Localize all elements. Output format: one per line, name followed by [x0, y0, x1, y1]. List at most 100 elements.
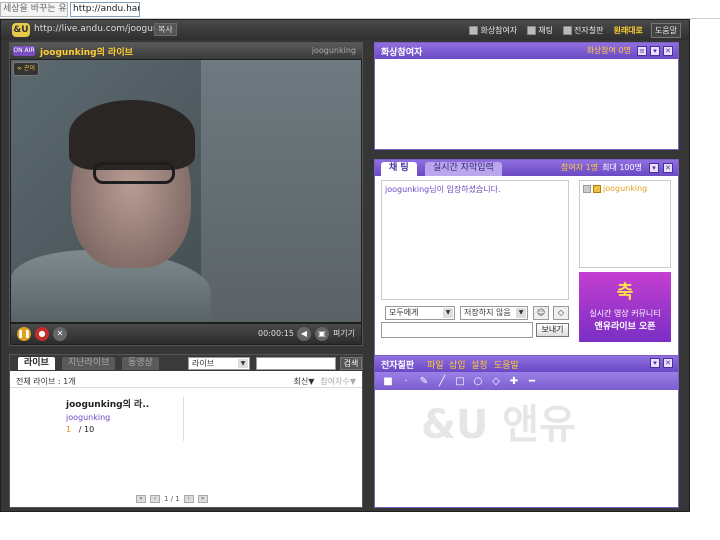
player-controls: ❚❚ ● ✕ 00:00:15 ◀ ▣ 펴기기 — [11, 324, 361, 344]
andu-logo: &U — [12, 23, 30, 37]
chat-user-list[interactable]: joogunking — [579, 180, 671, 268]
minimize-icon[interactable]: ▾ — [650, 358, 660, 368]
next-page-icon[interactable]: › — [183, 495, 194, 503]
chevron-down-icon: ▼ — [238, 359, 248, 368]
live-title: joogunking의 라이브 — [40, 48, 133, 58]
total-count: 전체 라이브 : 1개 — [16, 377, 76, 386]
live-item-viewers: 1 / 10 — [66, 425, 95, 434]
promo-big: 축 — [616, 282, 634, 303]
category-select[interactable]: 라이브 ▼ — [188, 357, 250, 370]
chat-icon — [527, 26, 537, 35]
pencil-icon[interactable]: ✎ — [419, 376, 429, 387]
board-menu-file[interactable]: 파일 — [427, 358, 444, 371]
save-select[interactable]: 저장하지 않음 ▼ — [460, 306, 528, 320]
board-title: 전자칠판 — [381, 361, 415, 371]
page-indicator: 1 / 1 — [164, 495, 180, 503]
menu-board[interactable]: 전자칠판 — [561, 23, 605, 38]
chevron-down-icon: ▼ — [516, 308, 526, 318]
list-tabs: 라이브 지난라이브 동영상 라이브 ▼ 검색 — [10, 355, 362, 371]
chat-log[interactable]: joogunking님이 입장하셨습니다. — [381, 180, 569, 300]
board-menu-insert[interactable]: 삽입 — [449, 358, 466, 371]
chat-panel: 채 팅 실시간 자막입력 참여자 1명 최대 100명 ▾ ✕ joogunki… — [374, 159, 679, 363]
fullscreen-icon[interactable]: ▣ — [315, 327, 329, 341]
close-icon[interactable]: ✕ — [663, 358, 673, 368]
board-header: 전자칠판 파일 삽입 설정 도움말 ▾ ✕ — [375, 356, 678, 372]
board-toolbar: ■ · ✎ ╱ □ ○ ◇ ✚ ━ — [375, 372, 678, 390]
onair-badge: ON AIR — [13, 46, 35, 56]
sort-viewers[interactable]: 참여자수▼ — [320, 376, 356, 387]
chat-max: 최대 100명 — [602, 163, 642, 172]
promo-line1: 실시간 영상 커뮤니티 — [589, 309, 661, 318]
participants-header: 화상참여자 화상참여 0명 ≡ ▾ ✕ — [375, 43, 678, 59]
search-input[interactable] — [256, 357, 336, 370]
ticker-text: 세상을 바꾸는 유 — [0, 2, 68, 17]
promo-banner[interactable]: 축 실시간 영상 커뮤니티 앤유라이브 오픈 — [579, 272, 671, 342]
live-item-title: joogunking의 라.. — [66, 400, 150, 410]
address-input[interactable]: http://andu.hana — [70, 2, 140, 17]
search-button[interactable]: 검색 — [340, 357, 362, 370]
video-background — [201, 60, 361, 322]
menu-reset[interactable]: 원래대로 — [611, 23, 644, 38]
send-button[interactable]: 보내기 — [536, 323, 569, 337]
sort-options: 최신▼ 참여자수▼ — [294, 376, 356, 387]
chevron-down-icon: ▼ — [443, 308, 453, 318]
board-icon — [563, 26, 572, 35]
tools-icon[interactable]: ✕ — [53, 327, 67, 341]
tab-chat[interactable]: 채 팅 — [381, 162, 417, 176]
close-icon[interactable]: ✕ — [663, 45, 673, 56]
emoticon-icon[interactable]: ☺ — [533, 306, 549, 320]
rectangle-icon[interactable]: □ — [455, 376, 465, 387]
board-menu-settings[interactable]: 설정 — [471, 358, 488, 371]
live-owner: joogunking — [311, 46, 356, 55]
chat-message: joogunking님이 입장하셨습니다. — [385, 185, 501, 194]
live-title-bar: ON AIR joogunking의 라이브 joogunking — [10, 43, 362, 59]
zoom-out-icon[interactable]: ━ — [527, 376, 537, 387]
list-icon[interactable]: ≡ — [637, 45, 647, 56]
tab-video[interactable]: 동영상 — [122, 357, 159, 370]
sort-recent[interactable]: 최신▼ — [294, 376, 315, 387]
volume-icon[interactable]: ◀ — [297, 327, 311, 341]
prev-page-icon[interactable]: ‹ — [150, 495, 160, 503]
menu-participants[interactable]: 화상참여자 — [467, 23, 519, 38]
board-menu-help[interactable]: 도움말 — [494, 358, 519, 371]
eraser-icon[interactable]: ◇ — [553, 306, 569, 320]
line-icon[interactable]: ╱ — [437, 376, 447, 387]
dot-icon[interactable]: · — [401, 376, 411, 387]
zoom-in-icon[interactable]: ✚ — [509, 376, 519, 387]
user-item[interactable]: joogunking — [583, 184, 667, 193]
participants-icon — [469, 26, 479, 35]
eraser-icon[interactable]: ◇ — [491, 376, 501, 387]
record-icon[interactable]: ● — [35, 327, 49, 341]
popout-button[interactable]: 펴기기 — [333, 328, 355, 339]
menu-chat[interactable]: 채팅 — [525, 23, 555, 38]
first-page-icon[interactable]: « — [136, 495, 146, 503]
copy-url-button[interactable]: 복사 — [154, 23, 177, 36]
video-badge: ∞ 끈이 — [13, 62, 39, 76]
user-icon — [583, 184, 591, 193]
tab-live[interactable]: 라이브 — [18, 357, 55, 370]
divider — [10, 387, 362, 388]
chat-input[interactable] — [381, 322, 533, 338]
video-glasses — [93, 162, 175, 184]
tab-past-live[interactable]: 지난라이브 — [62, 357, 116, 370]
circle-icon[interactable]: ○ — [473, 376, 483, 387]
tab-caption[interactable]: 실시간 자막입력 — [425, 162, 502, 176]
recipient-select[interactable]: 모두에게 ▼ — [385, 306, 455, 320]
list-item[interactable]: joogunking의 라.. joogunking 1 / 10 — [66, 397, 184, 441]
minimize-icon[interactable]: ▾ — [650, 45, 660, 56]
live-player: ON AIR joogunking의 라이브 joogunking ∞ 끈이 ❚… — [9, 42, 363, 346]
last-page-icon[interactable]: » — [197, 495, 208, 503]
close-icon[interactable]: ✕ — [663, 162, 673, 173]
host-icon — [593, 184, 601, 193]
color-swatch-icon[interactable]: ■ — [383, 376, 393, 387]
promo-line2: 앤유라이브 오픈 — [594, 322, 656, 332]
menu-help[interactable]: 도움말 — [650, 23, 681, 38]
pause-icon[interactable]: ❚❚ — [17, 327, 31, 341]
video-feed[interactable]: ∞ 끈이 — [11, 60, 361, 322]
app-header: &U http://live.andu.com/joogunking 복사 화상… — [1, 20, 689, 40]
header-menu: 화상참여자 채팅 전자칠판 원래대로 도움말 — [467, 23, 681, 38]
participants-count: 화상참여 0명 — [586, 46, 631, 55]
browser-bar: 세상을 바꾸는 유 http://andu.hana — [0, 0, 720, 19]
minimize-icon[interactable]: ▾ — [649, 162, 659, 173]
app-window: &U http://live.andu.com/joogunking 복사 화상… — [0, 19, 690, 512]
